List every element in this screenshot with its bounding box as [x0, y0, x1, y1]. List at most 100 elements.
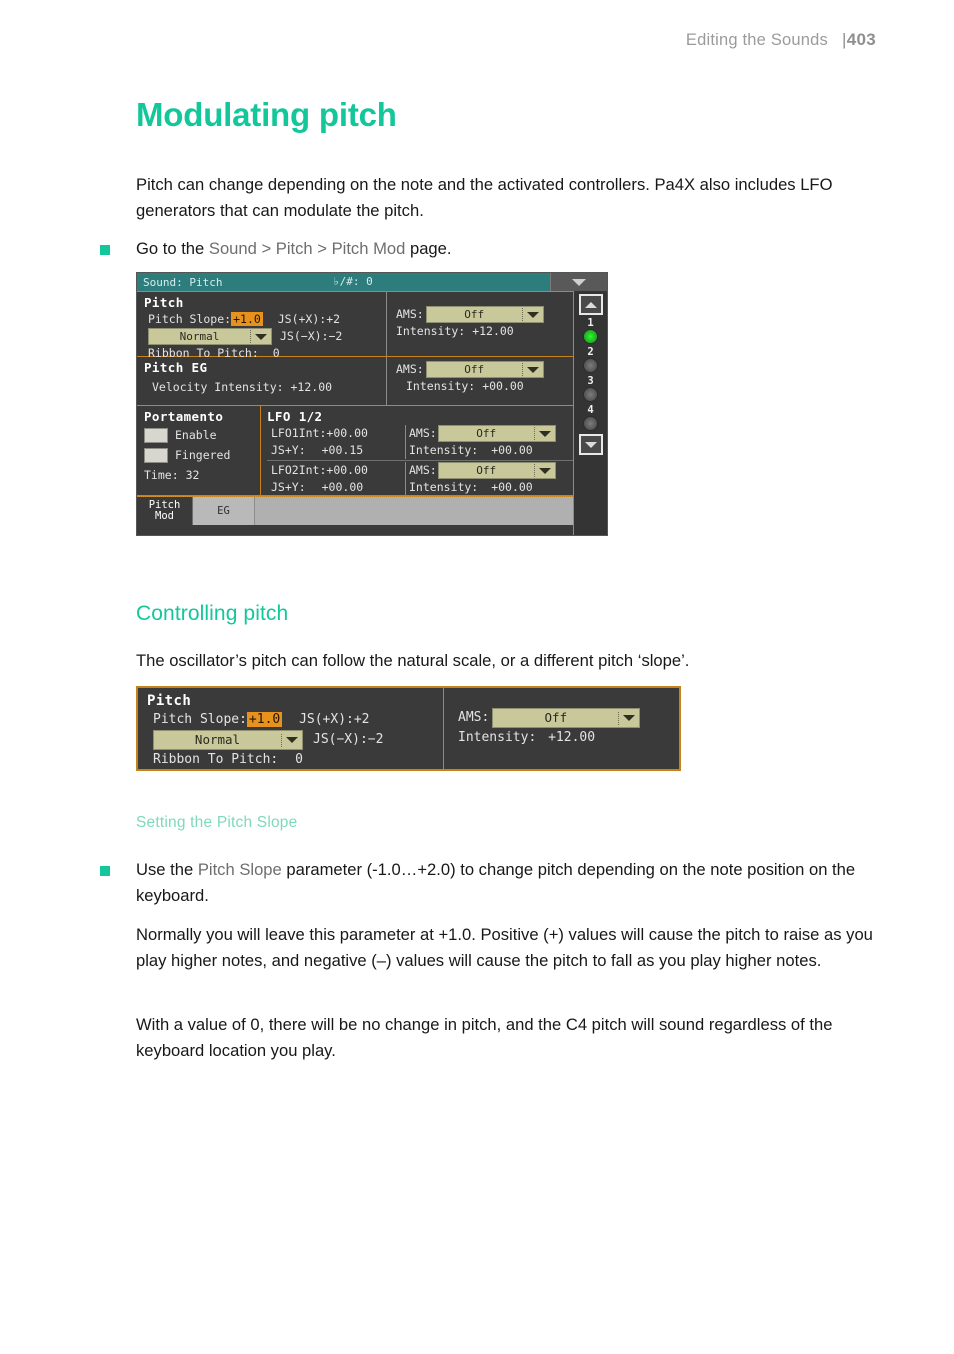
led-indicator-3[interactable]	[583, 387, 598, 402]
goto-bullet-item: Go to the Sound > Pitch > Pitch Mod page…	[100, 236, 884, 262]
portamento-fingered-row: Fingered	[144, 447, 260, 464]
lfo1-ams-dropdown[interactable]: Off	[437, 425, 556, 442]
lfo1-ams-label: AMS:	[409, 426, 437, 440]
lfo1-int-row: LFO1Int:+00.00	[267, 425, 405, 442]
device-panel-column: Pitch Pitch Slope:+1.0 JS(+X):+2 Normal	[137, 291, 573, 535]
pitch-eg-ams-dropdown[interactable]: Off	[425, 361, 544, 378]
lfo1-int-label: LFO1Int:	[271, 426, 327, 440]
led-indicator-1[interactable]	[583, 329, 598, 344]
pitch-eg-ams-label: AMS:	[396, 362, 424, 376]
scroll-up-button[interactable]	[578, 294, 603, 315]
lfo2-intensity-label: Intensity:	[409, 480, 479, 494]
lfo1-intensity-label: Intensity:	[409, 443, 479, 457]
pitch-slope-label: Pitch Slope:	[148, 312, 232, 326]
portamento-lfo-zone: Portamento Enable Fingered Time: 32 LFO …	[137, 406, 573, 496]
pitch-ams2-label: AMS:	[458, 710, 490, 725]
pitch-intensity-value[interactable]: +12.00	[472, 324, 514, 338]
pitch-slope-value[interactable]: +1.0	[231, 312, 263, 326]
chevron-down-icon	[535, 467, 555, 474]
pitch-ams-dropdown[interactable]: Off	[425, 306, 544, 323]
lfo1-right: AMS: Off Intensity: +00.00	[405, 425, 573, 459]
portamento-enable-checkbox[interactable]	[144, 428, 168, 443]
device-tab-bar: Pitch Mod EG	[137, 496, 573, 525]
lfo2-ams-value: Off	[476, 464, 497, 477]
bullet-square-icon	[100, 866, 110, 876]
ribbon-to-pitch2-value[interactable]: 0	[295, 752, 303, 767]
ribbon-to-pitch2-label: Ribbon To Pitch:	[153, 752, 279, 767]
lfo2-ams-dropdown[interactable]: Off	[437, 462, 556, 479]
lfo1-jsy-row: JS+Y: +00.15	[267, 442, 405, 459]
scroll-down-button[interactable]	[578, 434, 603, 455]
lfo1-block: LFO1Int:+00.00 JS+Y: +00.15 AMS: Off Int…	[267, 425, 573, 461]
portamento-heading: Portamento	[144, 409, 224, 424]
led-indicator-4[interactable]	[583, 416, 598, 431]
paragraph-normally: Normally you will leave this parameter a…	[136, 925, 873, 970]
lfo1-ams-row: AMS: Off	[409, 425, 573, 442]
tab-pitch-mod[interactable]: Pitch Mod	[137, 497, 193, 525]
lfo2-jsy-value[interactable]: +00.00	[322, 480, 364, 494]
pitch-slope2-label: Pitch Slope:	[153, 712, 247, 727]
chevron-down-icon	[251, 333, 271, 340]
pitch-slope-row: Pitch Slope: +1.0 JS(+X):+2	[144, 311, 386, 328]
pitch-zone-heading: Pitch	[144, 295, 184, 310]
pitch-eg-intensity-label: Intensity:	[406, 379, 476, 393]
pitch-curve2-row: Normal JS(−X):−2	[147, 730, 443, 750]
chevron-down-icon	[523, 366, 543, 373]
portamento-time-value[interactable]: 32	[186, 468, 200, 482]
bullet-prefix: Use the	[136, 860, 198, 879]
pitch-eg-zone: Pitch EG Velocity Intensity: +12.00 AMS:…	[137, 357, 573, 406]
lfo2-int-value[interactable]: +00.00	[326, 463, 368, 477]
lfo1-int-value[interactable]: +00.00	[326, 426, 368, 440]
lfo1-jsy-value[interactable]: +00.15	[322, 443, 364, 457]
lfo2-right: AMS: Off Intensity: +00.00	[405, 462, 573, 496]
pitch-ams-row: AMS: Off	[396, 306, 573, 323]
pitch-ams2-row: AMS: Off	[458, 708, 679, 728]
velocity-intensity-value[interactable]: +12.00	[291, 380, 333, 394]
led-number-1: 1	[587, 317, 594, 329]
chevron-down-icon	[619, 715, 639, 721]
led-number-3: 3	[587, 375, 594, 387]
pitch-zone2-right: AMS: Off Intensity: +12.00	[443, 688, 679, 769]
pitch-curve-dropdown[interactable]: Normal	[148, 328, 272, 345]
device-screenshot-pitch-mod-page: Sound: Pitch ♭/#: 0 Pitch Pitch Slope: +1…	[136, 272, 608, 536]
lfo2-intensity-row: Intensity: +00.00	[409, 479, 573, 496]
js-minus-x2-value: JS(−X):−2	[313, 732, 384, 747]
js-plus-x-value: JS(+X):+2	[277, 312, 341, 326]
device-titlebar: Sound: Pitch ♭/#: 0	[137, 273, 607, 291]
goto-prefix: Go to the	[136, 239, 209, 258]
ribbon-to-pitch2-row: Ribbon To Pitch: 0	[147, 750, 443, 769]
device-screenshot-pitch-zone: Pitch Pitch Slope: +1.0 JS(+X):+2 Normal …	[136, 686, 681, 771]
pitch-eg-intensity-row: Intensity: +00.00	[396, 378, 573, 395]
oscillator-selector-strip: 1 2 3 4	[573, 291, 607, 535]
js-plus-x2-value: JS(+X):+2	[299, 712, 370, 727]
device-titlebar-transpose: ♭/#: 0	[333, 275, 373, 288]
lfo1-intensity-value[interactable]: +00.00	[491, 443, 533, 457]
pitch-intensity2-value[interactable]: +12.00	[548, 730, 595, 745]
portamento-fingered-checkbox[interactable]	[144, 448, 168, 463]
lfo2-int-row: LFO2Int:+00.00	[267, 462, 405, 479]
pitch-ams-label: AMS:	[396, 307, 424, 321]
tab-eg[interactable]: EG	[193, 497, 255, 525]
chevron-down-icon	[523, 311, 543, 318]
bullet-square-icon	[100, 245, 110, 255]
pitch-slope-bullet-item: Use the Pitch Slope parameter (-1.0…+2.0…	[100, 857, 884, 908]
pitch-curve2-dropdown[interactable]: Normal	[153, 730, 303, 750]
device-page-menu-button[interactable]	[550, 273, 607, 291]
js-minus-x-value: JS(−X):−2	[280, 329, 343, 343]
led-indicator-2[interactable]	[583, 358, 598, 373]
pitch-intensity2-row: Intensity: +12.00	[458, 728, 679, 748]
pitch-eg-heading: Pitch EG	[144, 360, 208, 375]
pitch-intensity-label: Intensity:	[396, 324, 466, 338]
velocity-intensity-label: Velocity Intensity:	[152, 380, 284, 394]
pitch-slope2-value[interactable]: +1.0	[246, 712, 283, 727]
pitch-eg-intensity-value[interactable]: +00.00	[482, 379, 524, 393]
goto-suffix: page.	[405, 239, 452, 258]
lfo2-ams-row: AMS: Off	[409, 462, 573, 479]
lfo1-intensity-row: Intensity: +00.00	[409, 442, 573, 459]
lfo2-intensity-value[interactable]: +00.00	[491, 480, 533, 494]
section-title-controlling-pitch: Controlling pitch	[136, 602, 289, 625]
lfo1-ams-value: Off	[476, 427, 497, 440]
pitch-ams2-dropdown[interactable]: Off	[492, 708, 641, 728]
pitch-zone: Pitch Pitch Slope:+1.0 JS(+X):+2 Normal	[137, 291, 573, 360]
pitch-zone-left: Pitch Pitch Slope:+1.0 JS(+X):+2 Normal	[137, 292, 386, 360]
